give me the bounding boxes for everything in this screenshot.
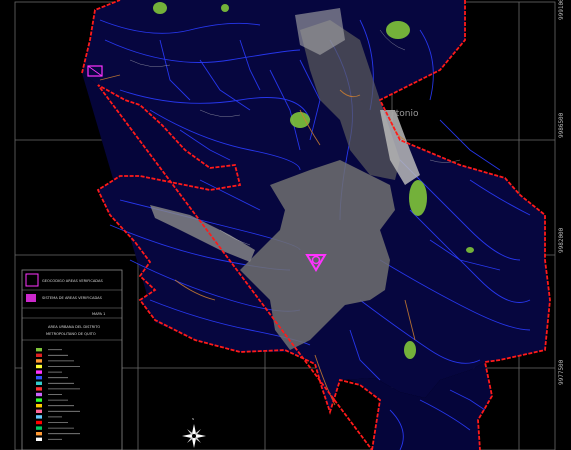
legend-symbol bbox=[36, 353, 42, 357]
legend-symbol bbox=[36, 359, 42, 363]
north-label: N bbox=[192, 417, 194, 421]
svg-text:SISTEMA DE AREAS VERIFICADAS: SISTEMA DE AREAS VERIFICADAS bbox=[42, 296, 103, 300]
coord-label-right-3: 9977500 bbox=[558, 359, 565, 385]
legend-panel: GEOCODIGO AREAS VERIFICADAS SISTEMA DE A… bbox=[21, 269, 123, 450]
legend-symbol bbox=[36, 381, 42, 385]
legend-map-number: MAPA 1 bbox=[92, 312, 105, 316]
legend-symbol bbox=[36, 420, 42, 425]
legend-symbol bbox=[36, 404, 42, 408]
legend-symbol bbox=[36, 376, 42, 380]
legend-title-line1: AREA URBANA DEL DISTRITO bbox=[48, 325, 100, 329]
coord-label-right-1: 9986500 bbox=[558, 112, 565, 138]
legend-symbol bbox=[36, 364, 42, 369]
svg-text:GEOCODIGO AREAS VERIFICADAS: GEOCODIGO AREAS VERIFICADAS bbox=[42, 279, 103, 283]
legend-symbol bbox=[36, 392, 42, 397]
legend-symbol bbox=[36, 409, 42, 413]
legend-symbol bbox=[36, 415, 42, 419]
coord-label-right-2: 9982000 bbox=[558, 227, 565, 253]
legend-symbol bbox=[36, 426, 42, 430]
legend-symbol bbox=[36, 370, 42, 374]
place-label: ntonio bbox=[390, 109, 419, 119]
legend-symbol bbox=[36, 398, 42, 402]
map-canvas: ntonio 9991000 9986500 9982000 9977500 G… bbox=[0, 0, 571, 450]
legend-symbol bbox=[36, 387, 42, 391]
legend-symbol bbox=[36, 432, 42, 436]
legend-symbol bbox=[36, 348, 42, 352]
legend-symbol bbox=[36, 437, 42, 441]
legend-title-line2: METROPOLITANO DE QUITO bbox=[46, 332, 96, 336]
coord-label-top-right: 9991000 bbox=[558, 0, 565, 20]
